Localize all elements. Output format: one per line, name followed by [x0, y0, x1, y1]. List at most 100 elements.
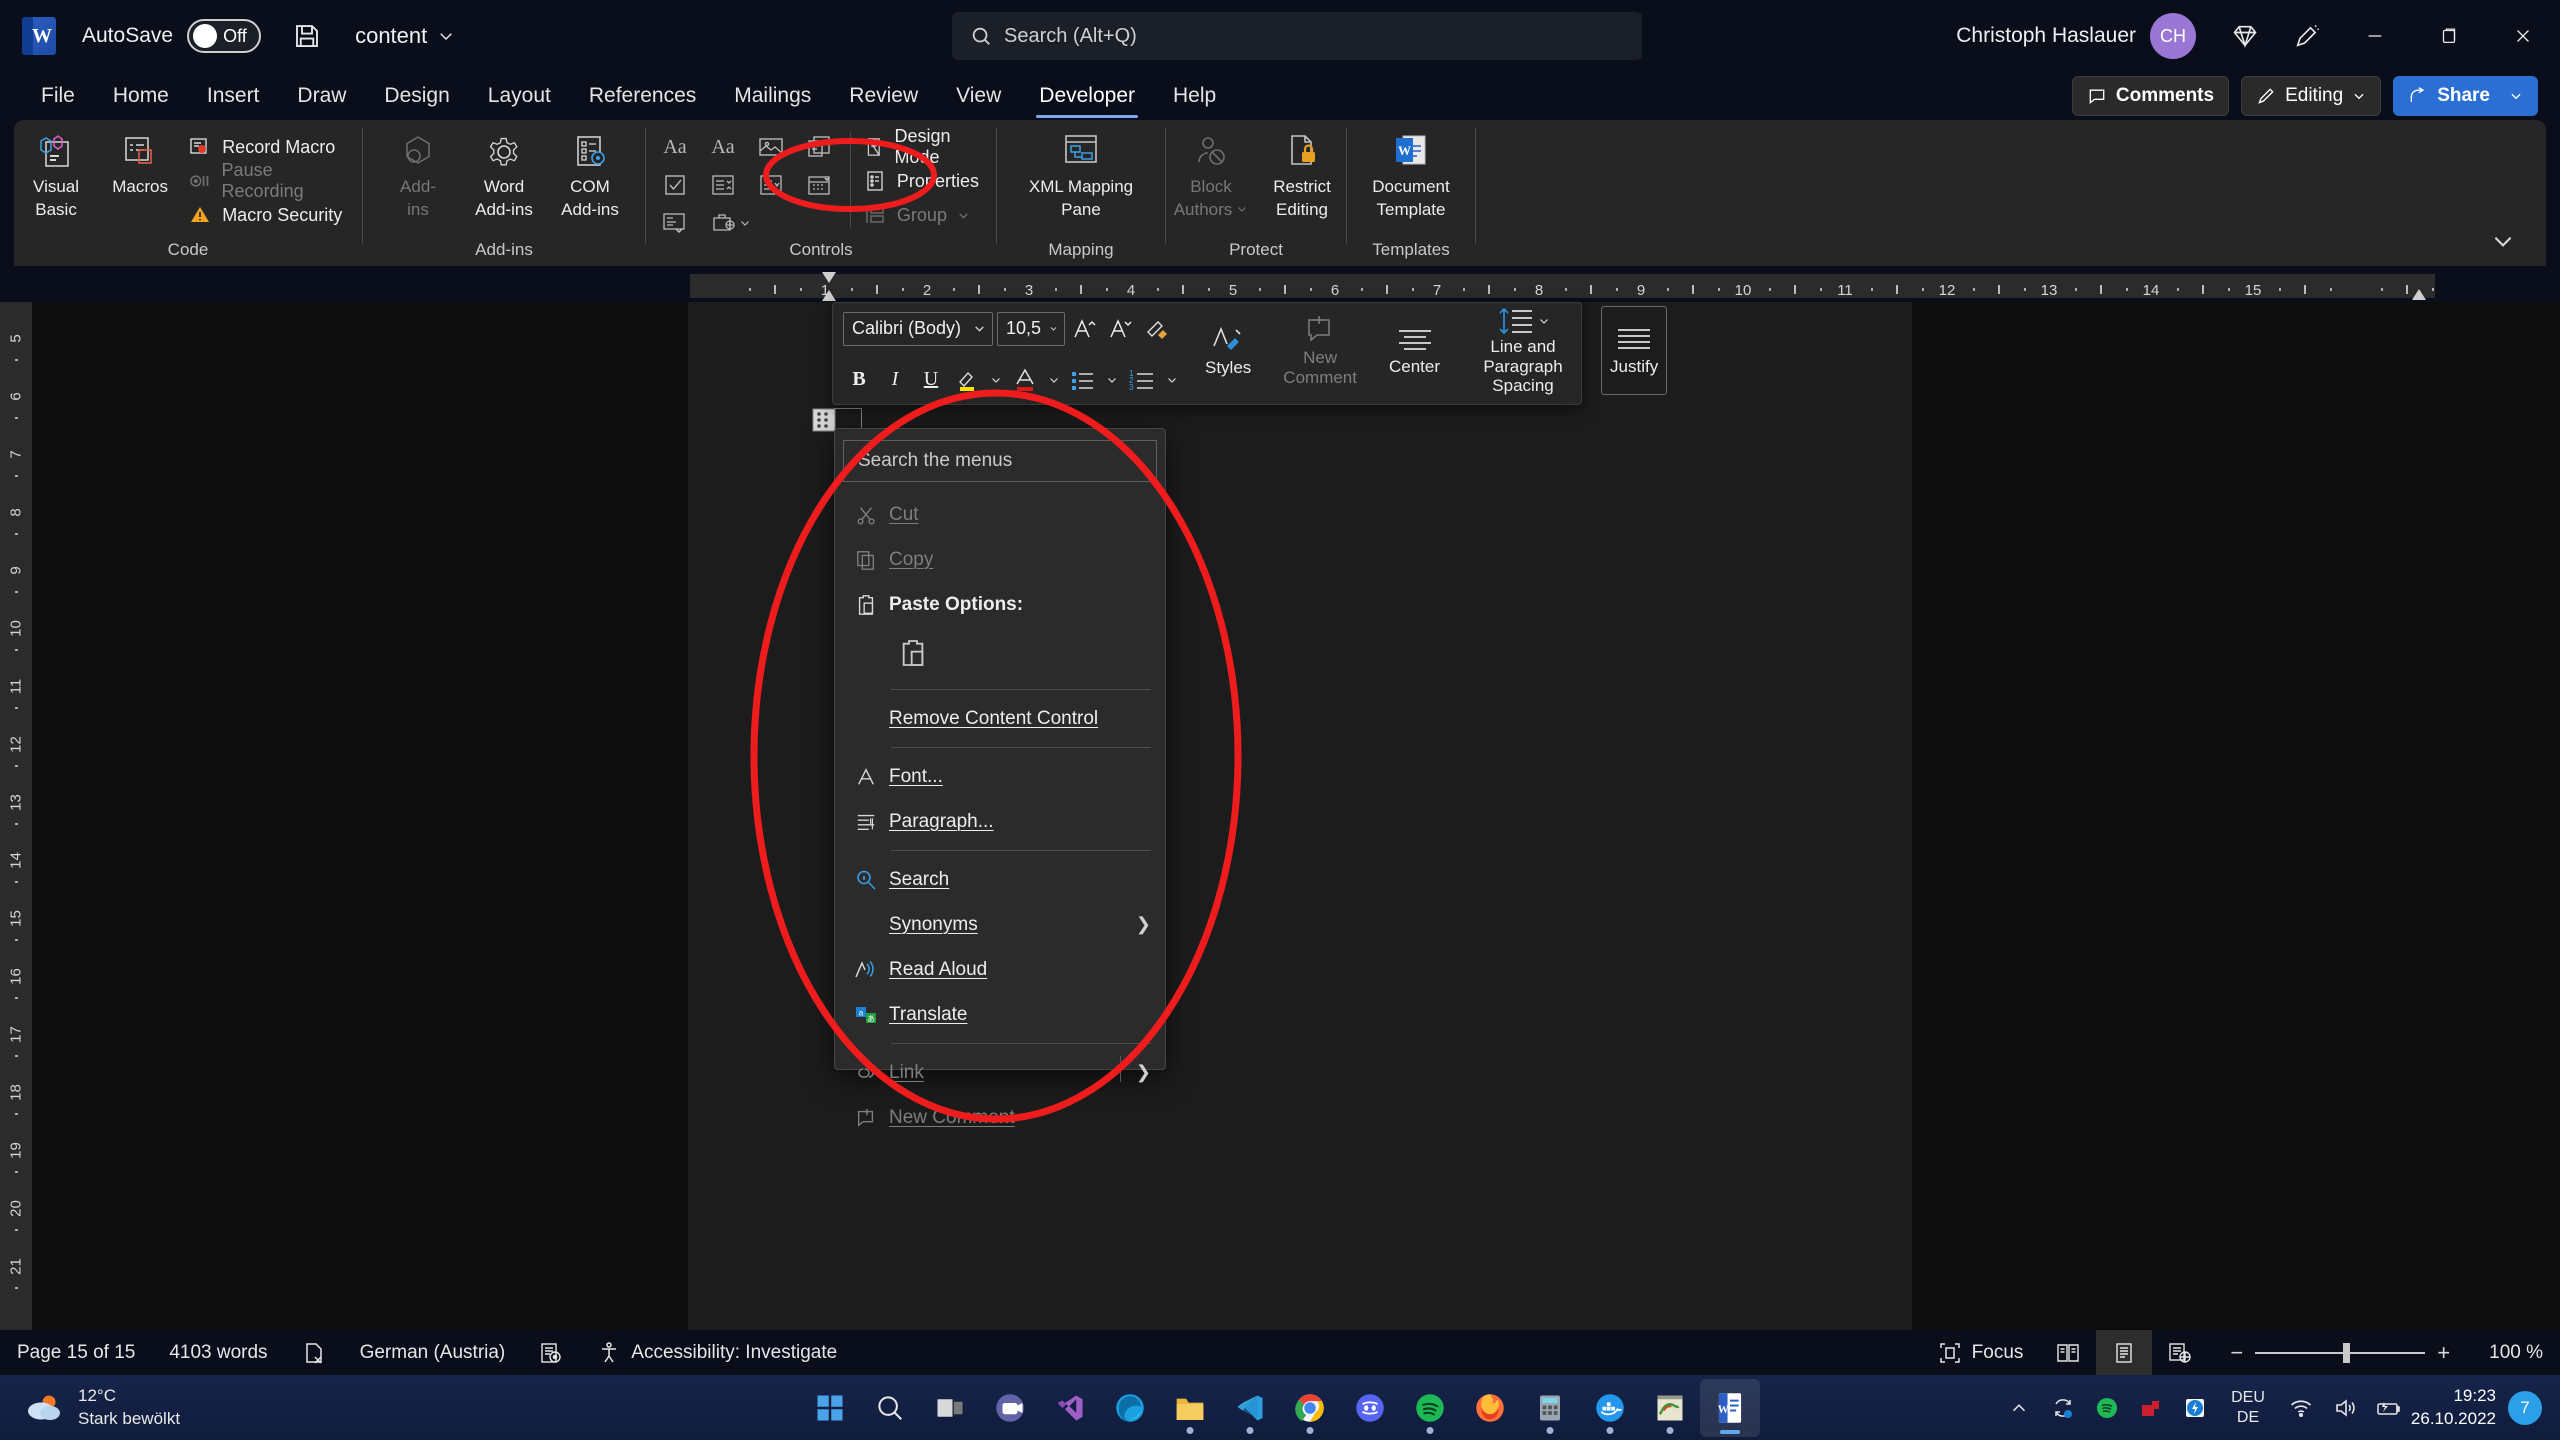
ribbon-tab-mailings[interactable]: Mailings	[715, 72, 830, 120]
building-block-gallery-icon[interactable]	[798, 130, 840, 164]
comments-button[interactable]: Comments	[2071, 76, 2230, 116]
focus-mode-button[interactable]: Focus	[1921, 1330, 2041, 1375]
avatar[interactable]: CH	[2150, 13, 2196, 59]
teams-button[interactable]	[980, 1379, 1040, 1437]
bullets-chevron[interactable]	[1103, 362, 1121, 398]
document-template-button[interactable]: W Document Template	[1351, 126, 1471, 223]
editing-mode-button[interactable]: Editing	[2241, 76, 2382, 116]
grow-font-icon[interactable]	[1069, 311, 1101, 347]
drop-down-list-content-control-icon[interactable]	[750, 168, 792, 202]
context-menu-item-paragraph[interactable]: Paragraph...	[835, 799, 1165, 844]
macros-button[interactable]: Macros	[98, 126, 182, 201]
show-hidden-icons-icon[interactable]	[1997, 1375, 2041, 1440]
onedrive-sync-icon[interactable]	[2041, 1375, 2085, 1440]
print-layout-button[interactable]	[2096, 1330, 2153, 1375]
docker-button[interactable]	[1580, 1379, 1640, 1437]
file-explorer-button[interactable]	[1160, 1379, 1220, 1437]
bold-button[interactable]: B	[843, 362, 875, 398]
underline-button[interactable]: U	[915, 362, 947, 398]
design-mode-button[interactable]: Design Mode	[857, 126, 996, 167]
plain-text-content-control-icon[interactable]: Aa	[702, 130, 744, 164]
ribbon-tab-insert[interactable]: Insert	[188, 72, 279, 120]
vertical-ruler[interactable]: 5 6 7 8 9 10 11 12 13 14 15 16 17 18 19 20 21	[0, 302, 32, 1330]
mini-formatting-toolbar[interactable]: Calibri (Body) 10,5 B I U 1 2 3 Styles N…	[832, 302, 1668, 405]
combo-box-content-control-icon[interactable]	[702, 168, 744, 202]
volume-icon[interactable]	[2323, 1375, 2367, 1440]
weather-widget[interactable]: 12°C Stark bewölkt	[0, 1385, 180, 1429]
zoom-track[interactable]	[2255, 1342, 2426, 1363]
com-addins-button[interactable]: COM Add-ins	[547, 126, 633, 223]
ribbon-tab-draw[interactable]: Draw	[278, 72, 365, 120]
zoom-thumb[interactable]	[2343, 1342, 2351, 1363]
accessibility-status[interactable]: Accessibility: Investigate	[580, 1330, 854, 1375]
legacy-tools-icon[interactable]	[702, 206, 760, 240]
shrink-font-icon[interactable]	[1105, 311, 1137, 347]
ribbon-tab-home[interactable]: Home	[94, 72, 188, 120]
wifi-icon[interactable]	[2279, 1375, 2323, 1440]
font-color-button[interactable]	[1009, 362, 1041, 398]
context-menu-item-synonyms[interactable]: Synonyms ❯	[835, 902, 1165, 947]
italic-button[interactable]: I	[879, 362, 911, 398]
word-count-status[interactable]: 4103 words	[152, 1330, 284, 1375]
font-color-chevron[interactable]	[1045, 362, 1063, 398]
track-changes-status[interactable]	[522, 1330, 580, 1375]
font-size-combo[interactable]: 10,5	[997, 311, 1065, 346]
chrome-button[interactable]	[1280, 1379, 1340, 1437]
ribbon-tab-references[interactable]: References	[570, 72, 715, 120]
paint-button[interactable]	[1640, 1379, 1700, 1437]
styles-button[interactable]: Styles	[1197, 303, 1259, 398]
zoom-slider[interactable]: − +	[2218, 1340, 2462, 1366]
numbering-chevron[interactable]	[1163, 362, 1181, 398]
document-name[interactable]: content	[355, 23, 455, 49]
properties-button[interactable]: Properties	[857, 164, 996, 198]
search-button[interactable]	[860, 1379, 920, 1437]
language-indicator[interactable]: DEU DE	[2217, 1388, 2279, 1426]
context-menu-item-translate[interactable]: a あ Translate	[835, 992, 1165, 1037]
context-menu-item-search[interactable]: Search	[835, 857, 1165, 902]
start-button[interactable]	[800, 1379, 860, 1437]
read-mode-button[interactable]	[2040, 1330, 2096, 1375]
zoom-level-button[interactable]: 100 %	[2472, 1330, 2560, 1375]
context-menu-item-remove-content-control[interactable]: Remove Content Control	[835, 696, 1165, 741]
text-highlight-button[interactable]	[951, 362, 983, 398]
line-paragraph-spacing-button[interactable]: Line and Paragraph Spacing	[1448, 303, 1598, 398]
context-menu[interactable]: Search the menus Cut Copy Paste Options:…	[834, 428, 1166, 1128]
horizontal-ruler[interactable]: 1 2 3 4 5 6 7 8 9 10 11 12 13 14 15	[0, 270, 2560, 302]
restore-icon[interactable]	[2412, 0, 2486, 72]
macro-security-button[interactable]: Macro Security	[182, 198, 362, 232]
xml-mapping-pane-button[interactable]: XML Mapping Pane	[1001, 126, 1161, 223]
highlight-chevron[interactable]	[987, 362, 1005, 398]
rich-text-content-control-icon[interactable]: Aa	[654, 130, 696, 164]
ribbon-tab-design[interactable]: Design	[365, 72, 468, 120]
date-picker-content-control-icon[interactable]	[798, 168, 840, 202]
visual-basic-button[interactable]: Visual Basic	[14, 126, 98, 223]
ribbon-display-options-icon[interactable]	[2276, 0, 2338, 72]
vscode-button[interactable]	[1220, 1379, 1280, 1437]
language-status[interactable]: German (Austria)	[343, 1330, 523, 1375]
web-layout-button[interactable]	[2152, 1330, 2208, 1375]
save-icon[interactable]	[287, 16, 327, 56]
word-button[interactable]: W	[1700, 1378, 1760, 1437]
proofing-errors-status[interactable]	[285, 1330, 343, 1375]
search-input[interactable]: Search (Alt+Q)	[952, 12, 1642, 60]
check-box-content-control-icon[interactable]	[654, 168, 696, 202]
format-painter-icon[interactable]	[1141, 311, 1173, 347]
ribbon-tab-review[interactable]: Review	[830, 72, 937, 120]
ribbon-tab-developer[interactable]: Developer	[1020, 72, 1154, 120]
center-align-button[interactable]: Center	[1381, 303, 1448, 398]
red-app-icon[interactable]	[2129, 1375, 2173, 1440]
minimize-icon[interactable]	[2338, 0, 2412, 72]
context-menu-item-read-aloud[interactable]: Read Aloud	[835, 947, 1165, 992]
restrict-editing-button[interactable]: Restrict Editing	[1257, 126, 1347, 223]
bullets-button[interactable]	[1067, 362, 1099, 398]
autosave-toggle[interactable]: Off	[187, 19, 262, 53]
edge-button[interactable]	[1100, 1379, 1160, 1437]
discord-button[interactable]	[1340, 1379, 1400, 1437]
share-button[interactable]: Share	[2393, 76, 2538, 116]
menu-search-input[interactable]: Search the menus	[843, 440, 1157, 482]
font-name-combo[interactable]: Calibri (Body)	[843, 311, 993, 346]
zoom-in-button[interactable]: +	[2425, 1340, 2462, 1366]
close-icon[interactable]	[2486, 0, 2560, 72]
word-addins-button[interactable]: Word Add-ins	[461, 126, 547, 223]
ribbon-tab-file[interactable]: File	[22, 72, 94, 120]
